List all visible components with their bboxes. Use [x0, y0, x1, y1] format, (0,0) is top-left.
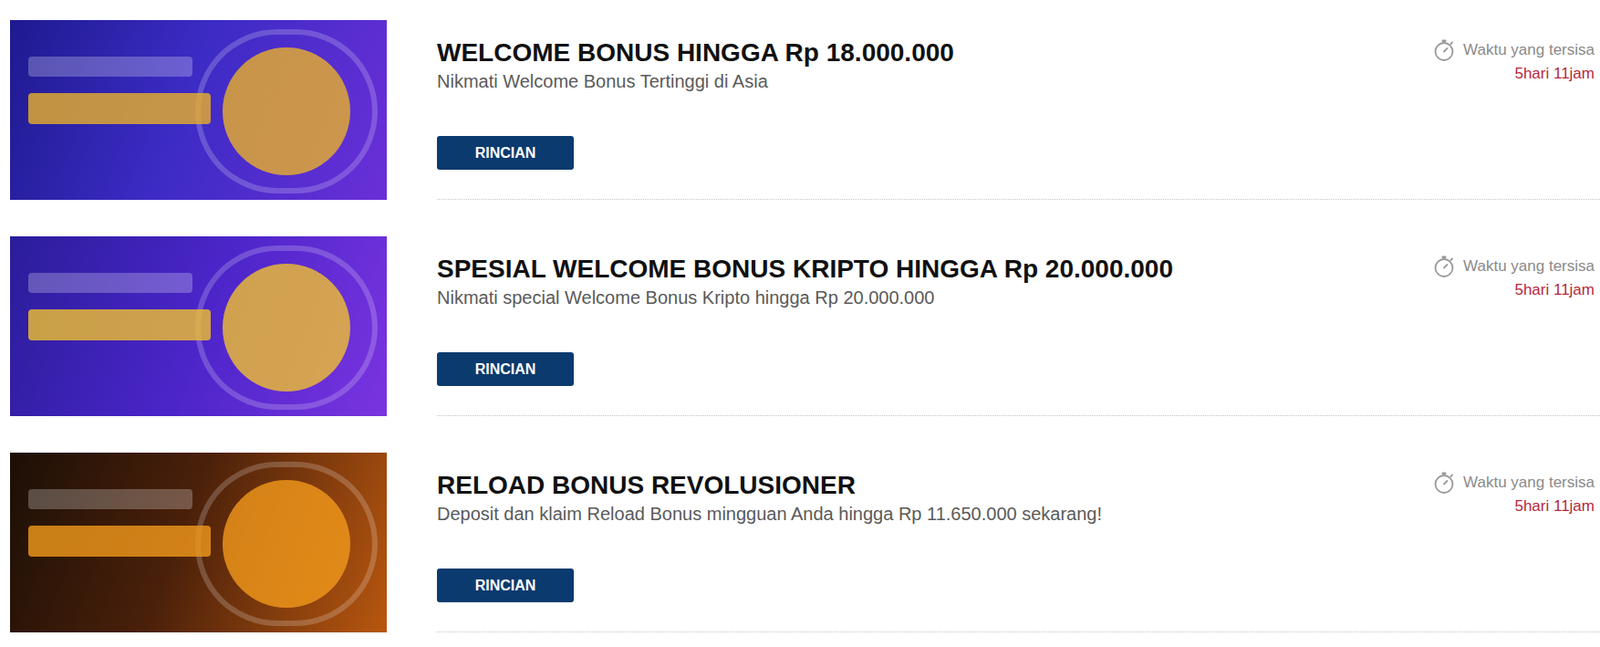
time-label: Waktu yang tersisa	[1463, 254, 1595, 279]
time-label: Waktu yang tersisa	[1463, 38, 1595, 63]
banner-decoration	[28, 56, 193, 77]
promotion-text: SPESIAL WELCOME BONUS KRIPTO HINGGA Rp 2…	[436, 236, 1174, 416]
banner-decoration	[28, 309, 211, 341]
banner-decoration	[28, 272, 193, 293]
promotion-banner[interactable]	[10, 452, 387, 633]
banner-decoration	[28, 488, 193, 510]
promotion-title: RELOAD BONUS REVOLUSIONER	[436, 468, 1102, 502]
promotion-subtitle: Nikmati Welcome Bonus Tertinggi di Asia	[436, 69, 955, 94]
promotion-title: SPESIAL WELCOME BONUS KRIPTO HINGGA Rp 2…	[436, 252, 1174, 286]
banner-decoration	[222, 479, 351, 608]
promotion-banner[interactable]	[10, 20, 387, 200]
stopwatch-icon	[1432, 38, 1456, 63]
promotion-text: WELCOME BONUS HINGGA Rp 18.000.000Nikmat…	[436, 20, 955, 199]
banner-decoration	[28, 525, 211, 557]
banner-decoration	[195, 245, 378, 410]
promotion-subtitle: Nikmati special Welcome Bonus Kripto hin…	[436, 285, 1174, 310]
time-value: 5hari 11jam	[1514, 278, 1595, 302]
promotion-content: SPESIAL WELCOME BONUS KRIPTO HINGGA Rp 2…	[436, 236, 1600, 416]
time-label-row: Waktu yang tersisa	[1432, 254, 1595, 279]
promotion-subtitle: Deposit dan klaim Reload Bonus mingguan …	[436, 501, 1102, 526]
time-remaining: Waktu yang tersisa5hari 11jam	[1432, 452, 1600, 632]
promotions-page: WELCOME BONUS HINGGA Rp 18.000.000Nikmat…	[0, 0, 1600, 647]
time-label-row: Waktu yang tersisa	[1432, 470, 1595, 495]
promotion-banner[interactable]	[10, 236, 387, 416]
details-button[interactable]: RINCIAN	[436, 135, 574, 170]
promotion-title: WELCOME BONUS HINGGA Rp 18.000.000	[436, 36, 955, 70]
time-value: 5hari 11jam	[1514, 62, 1595, 86]
stopwatch-icon	[1432, 470, 1456, 495]
time-remaining: Waktu yang tersisa5hari 11jam	[1432, 20, 1600, 199]
details-button[interactable]: RINCIAN	[436, 568, 574, 603]
time-value: 5hari 11jam	[1514, 494, 1595, 519]
stopwatch-icon	[1432, 254, 1456, 279]
banner-decoration	[28, 93, 211, 125]
banner-decoration	[195, 461, 378, 626]
banner-decoration	[195, 29, 378, 194]
promotion-row: RELOAD BONUS REVOLUSIONERDeposit dan kla…	[10, 452, 1600, 633]
promotion-content: RELOAD BONUS REVOLUSIONERDeposit dan kla…	[436, 452, 1600, 633]
banner-decoration	[222, 263, 351, 392]
details-button[interactable]: RINCIAN	[436, 352, 574, 386]
banner-decoration	[222, 47, 351, 176]
promotion-row: WELCOME BONUS HINGGA Rp 18.000.000Nikmat…	[10, 20, 1600, 200]
time-remaining: Waktu yang tersisa5hari 11jam	[1432, 236, 1600, 416]
promotion-content: WELCOME BONUS HINGGA Rp 18.000.000Nikmat…	[436, 20, 1600, 200]
promotion-text: RELOAD BONUS REVOLUSIONERDeposit dan kla…	[436, 452, 1102, 632]
time-label-row: Waktu yang tersisa	[1432, 38, 1595, 63]
time-label: Waktu yang tersisa	[1463, 470, 1595, 495]
promotion-row: SPESIAL WELCOME BONUS KRIPTO HINGGA Rp 2…	[10, 236, 1600, 416]
